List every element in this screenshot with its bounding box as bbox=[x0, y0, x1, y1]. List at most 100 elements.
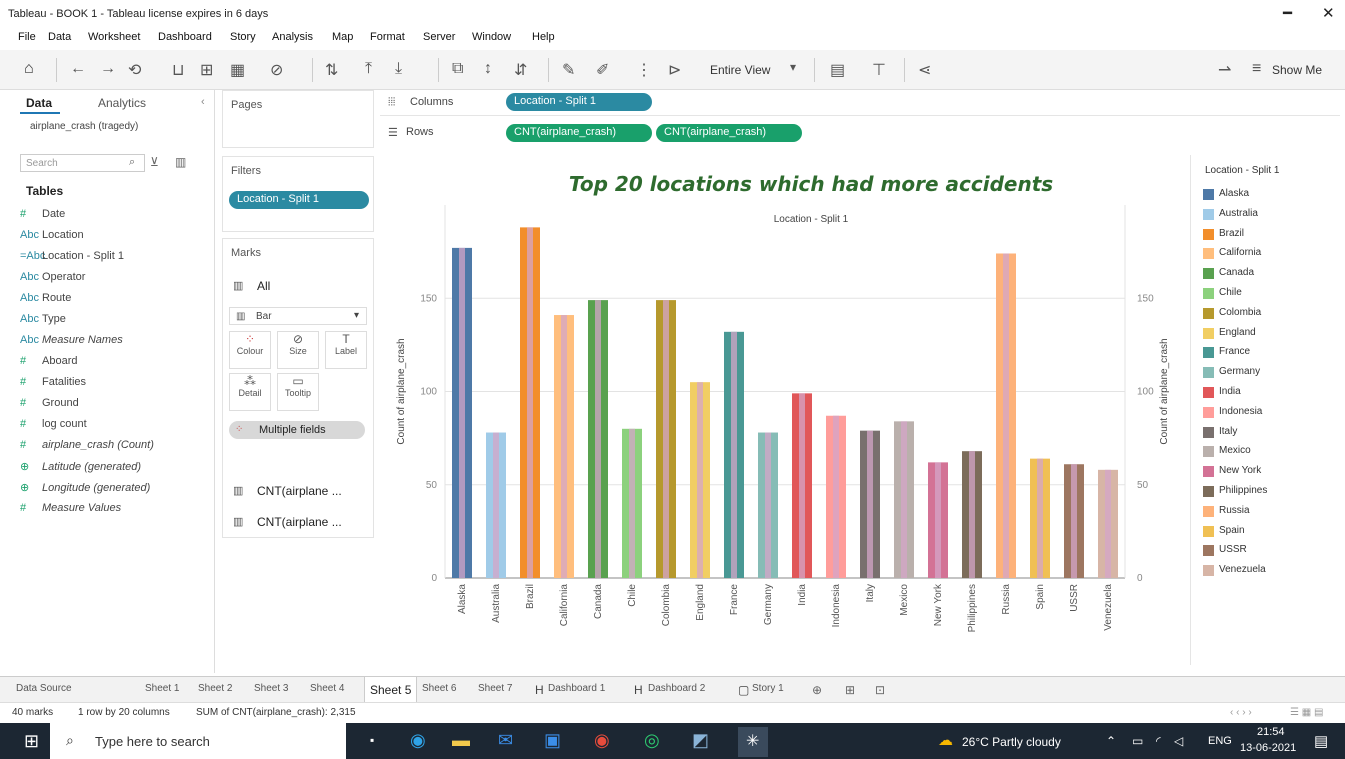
legend-item[interactable]: England bbox=[1203, 326, 1343, 342]
tray-up-icon[interactable]: ⌃ bbox=[1106, 734, 1116, 748]
bar-chart[interactable]: Top 20 locations which had more accident… bbox=[380, 155, 1185, 665]
legend-item[interactable]: Australia bbox=[1203, 207, 1343, 223]
legend-item[interactable]: Russia bbox=[1203, 504, 1343, 520]
fit-select[interactable]: Entire View bbox=[710, 63, 770, 77]
menu-format[interactable]: Format bbox=[370, 31, 405, 43]
menu-story[interactable]: Story bbox=[230, 31, 256, 43]
legend-item[interactable]: Philippines bbox=[1203, 484, 1343, 500]
menu-help[interactable]: Help bbox=[532, 31, 555, 43]
legend-item[interactable]: Indonesia bbox=[1203, 405, 1343, 421]
menu-data[interactable]: Data bbox=[48, 31, 71, 43]
field-item[interactable]: # Aboard bbox=[20, 355, 77, 367]
group-icon[interactable]: ⧉ bbox=[452, 60, 463, 78]
tab-dashboard-1[interactable]: Dashboard 1 bbox=[548, 683, 605, 694]
format-icon[interactable]: ✐ bbox=[596, 60, 609, 80]
menu-worksheet[interactable]: Worksheet bbox=[88, 31, 140, 43]
tooltip-button[interactable]: ▭ Tooltip bbox=[277, 373, 319, 411]
pin-icon[interactable]: ⊳ bbox=[668, 60, 681, 80]
clock-date[interactable]: 13-06-2021 bbox=[1240, 742, 1296, 754]
show-me-button[interactable]: Show Me bbox=[1272, 63, 1322, 77]
legend-item[interactable]: Colombia bbox=[1203, 306, 1343, 322]
edge-icon[interactable]: ◉ bbox=[410, 730, 426, 751]
windows-start-icon[interactable]: ⊞ bbox=[24, 731, 39, 752]
rows-pill-1[interactable]: CNT(airplane_crash) bbox=[506, 124, 652, 142]
minimize-icon[interactable]: ━ bbox=[1283, 4, 1292, 22]
field-item[interactable]: Abc Route bbox=[20, 292, 71, 304]
new-sheet-icon[interactable]: ⊕ bbox=[812, 683, 822, 697]
whatsapp-icon[interactable]: ◎ bbox=[644, 730, 660, 751]
legend-item[interactable]: India bbox=[1203, 385, 1343, 401]
tab-dashboard-2[interactable]: Dashboard 2 bbox=[648, 683, 705, 694]
clock-time[interactable]: 21:54 bbox=[1257, 726, 1285, 738]
legend-item[interactable]: France bbox=[1203, 345, 1343, 361]
legend-item[interactable]: Alaska bbox=[1203, 187, 1343, 203]
tab-analytics[interactable]: Analytics bbox=[98, 96, 146, 110]
label-button[interactable]: T Label bbox=[325, 331, 367, 369]
legend-item[interactable]: Italy bbox=[1203, 425, 1343, 441]
measure-card-2[interactable]: CNT(airplane ... bbox=[257, 515, 342, 529]
legend-item[interactable]: Mexico bbox=[1203, 444, 1343, 460]
presentation-icon[interactable]: ⊤ bbox=[872, 60, 886, 80]
measure-card-1[interactable]: CNT(airplane ... bbox=[257, 484, 342, 498]
tab-data-source[interactable]: Data Source bbox=[16, 683, 72, 694]
snip-icon[interactable]: ◩ bbox=[692, 730, 709, 751]
grid-view-icon[interactable]: ☰ ▦ ▤ bbox=[1290, 707, 1323, 718]
tab-sheet-6[interactable]: Sheet 6 bbox=[422, 683, 456, 694]
menu-dashboard[interactable]: Dashboard bbox=[158, 31, 212, 43]
redo-icon[interactable]: → bbox=[100, 60, 116, 78]
field-item[interactable]: # Fatalities bbox=[20, 376, 86, 388]
field-item[interactable]: # airplane_crash (Count) bbox=[20, 439, 154, 451]
fix-axes-icon[interactable]: ⋮ bbox=[636, 60, 652, 80]
pages-card[interactable]: Pages bbox=[222, 90, 374, 148]
menu-window[interactable]: Window bbox=[472, 31, 511, 43]
field-item[interactable]: Abc Type bbox=[20, 313, 66, 325]
undo-icon[interactable]: ← bbox=[70, 60, 86, 78]
marks-all[interactable]: All bbox=[257, 279, 270, 293]
sort-desc2-icon[interactable]: ⇵ bbox=[514, 60, 527, 80]
wifi-icon[interactable]: ◜ bbox=[1156, 734, 1161, 748]
show-me-icon[interactable]: ≡ bbox=[1252, 60, 1261, 78]
columns-shelf[interactable]: ⦙⦙⦙ Columns Location - Split 1 bbox=[380, 90, 1340, 116]
field-item[interactable]: # Ground bbox=[20, 397, 79, 409]
notification-icon[interactable]: ▤ bbox=[1314, 732, 1328, 750]
weather-text[interactable]: 26°C Partly cloudy bbox=[962, 735, 1061, 749]
swap-icon[interactable]: ⇅ bbox=[325, 60, 338, 80]
tab-sheet-4[interactable]: Sheet 4 bbox=[310, 683, 344, 694]
view-options-icon[interactable]: ▥ bbox=[175, 155, 186, 169]
legend-item[interactable]: Canada bbox=[1203, 266, 1343, 282]
file-explorer-icon[interactable]: ▬ bbox=[452, 730, 470, 751]
expand-icon[interactable]: ⇀ bbox=[1218, 60, 1231, 80]
show-labels-icon[interactable]: ▤ bbox=[830, 60, 845, 80]
nav-arrows-icon[interactable]: ‹ ‹ › › bbox=[1230, 707, 1252, 718]
task-view-icon[interactable]: ▪ bbox=[370, 733, 374, 747]
field-item[interactable]: ⊕ Latitude (generated) bbox=[20, 460, 141, 473]
legend-item[interactable]: New York bbox=[1203, 464, 1343, 480]
tab-data[interactable]: Data bbox=[26, 96, 52, 110]
tab-sheet-3[interactable]: Sheet 3 bbox=[254, 683, 288, 694]
legend-item[interactable]: California bbox=[1203, 246, 1343, 262]
sort-asc-icon[interactable]: ⤒ bbox=[365, 60, 372, 78]
datasource-name[interactable]: airplane_crash (tragedy) bbox=[30, 121, 138, 132]
tab-sheet-2[interactable]: Sheet 2 bbox=[198, 683, 232, 694]
field-item[interactable]: Abc Measure Names bbox=[20, 334, 123, 346]
field-item[interactable]: # Date bbox=[20, 208, 65, 220]
columns-pill[interactable]: Location - Split 1 bbox=[506, 93, 652, 111]
home-icon[interactable]: ⌂ bbox=[24, 60, 34, 78]
menu-map[interactable]: Map bbox=[332, 31, 353, 43]
tab-sheet-1[interactable]: Sheet 1 bbox=[145, 683, 179, 694]
menu-analysis[interactable]: Analysis bbox=[272, 31, 313, 43]
search-input[interactable]: Search ⌕ bbox=[20, 154, 145, 172]
network-icon[interactable]: ▭ bbox=[1132, 734, 1143, 748]
legend-item[interactable]: Chile bbox=[1203, 286, 1343, 302]
highlight-icon[interactable]: ✎ bbox=[562, 60, 575, 80]
tab-story-1[interactable]: Story 1 bbox=[752, 683, 784, 694]
filter-pill[interactable]: Location - Split 1 bbox=[229, 191, 369, 209]
field-item[interactable]: # log count bbox=[20, 418, 87, 430]
rows-shelf[interactable]: ☰ Rows CNT(airplane_crash) CNT(airplane_… bbox=[380, 120, 1340, 146]
replay-icon[interactable]: ⟲ bbox=[128, 60, 141, 80]
store-icon[interactable]: ▣ bbox=[544, 730, 561, 751]
field-item[interactable]: =AbcLocation - Split 1 bbox=[20, 250, 124, 262]
sort-desc-icon[interactable]: ⤓ bbox=[395, 60, 402, 78]
field-item[interactable]: ⊕ Longitude (generated) bbox=[20, 481, 150, 494]
sort-asc2-icon[interactable]: ↕ bbox=[484, 60, 492, 78]
